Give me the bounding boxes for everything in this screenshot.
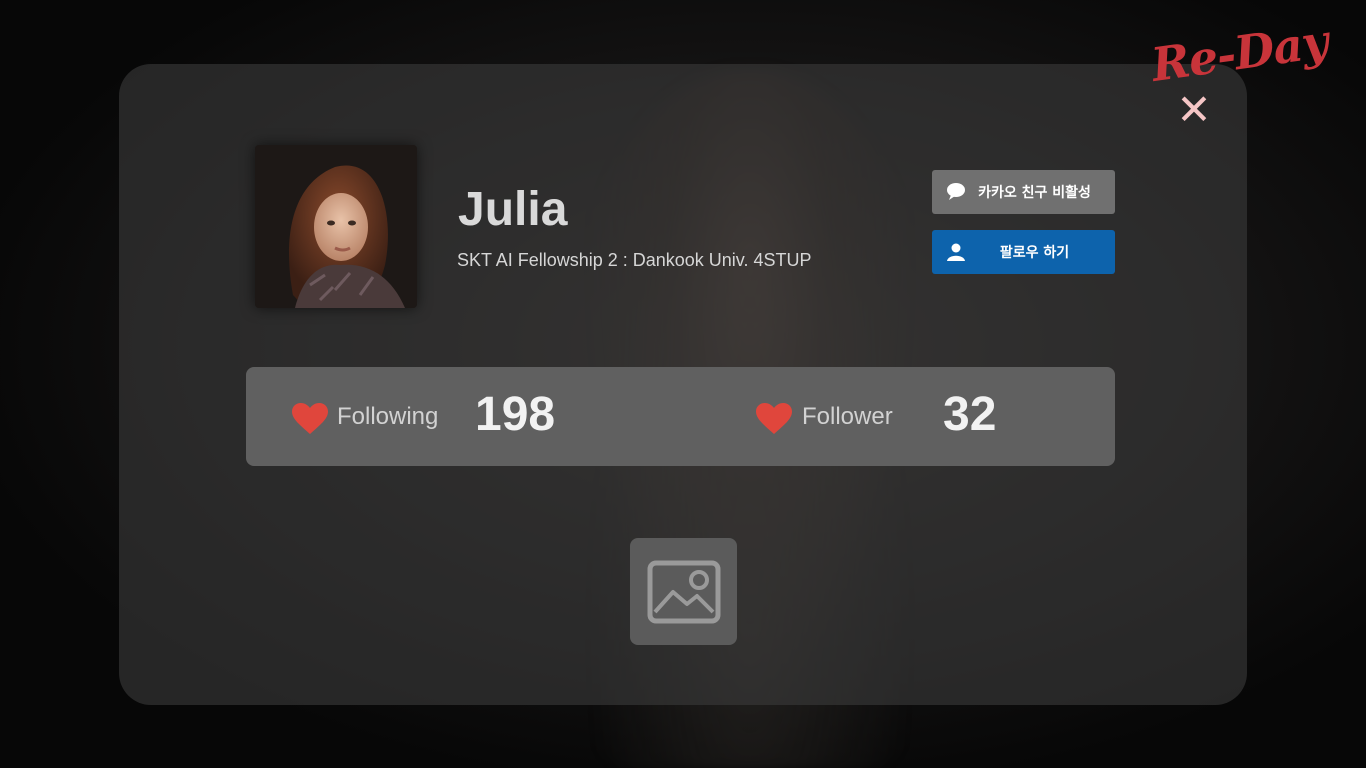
avatar-photo [255, 145, 417, 308]
kakao-button-label: 카카오 친구 비활성 [978, 185, 1091, 201]
kakao-friend-button[interactable]: 카카오 친구 비활성 [932, 170, 1115, 214]
following-count[interactable]: 198 [475, 387, 555, 442]
chat-bubble-icon [946, 182, 968, 202]
user-icon [946, 242, 968, 262]
heart-icon [292, 403, 328, 435]
close-icon: ✕ [1176, 85, 1212, 134]
stats-bar: Following 198 Follower 32 [246, 367, 1115, 466]
profile-subtitle: SKT AI Fellowship 2 : Dankook Univ. 4STU… [457, 250, 812, 270]
profile-screen: Re-Day ✕ Julia SKT AI Fellowship 2: Dan… [0, 0, 1366, 768]
follow-button[interactable]: 팔로우 하기 [932, 230, 1115, 274]
follow-button-label: 팔로우 하기 [999, 245, 1070, 261]
close-button[interactable]: ✕ [1172, 89, 1216, 131]
following-label: Following [337, 403, 439, 430]
heart-icon [756, 403, 792, 435]
image-icon [647, 560, 720, 623]
follower-count[interactable]: 32 [943, 387, 996, 442]
avatar [255, 145, 417, 308]
gallery-button[interactable] [630, 538, 737, 645]
profile-name: Julia [458, 183, 568, 236]
follower-label: Follower [802, 403, 893, 430]
